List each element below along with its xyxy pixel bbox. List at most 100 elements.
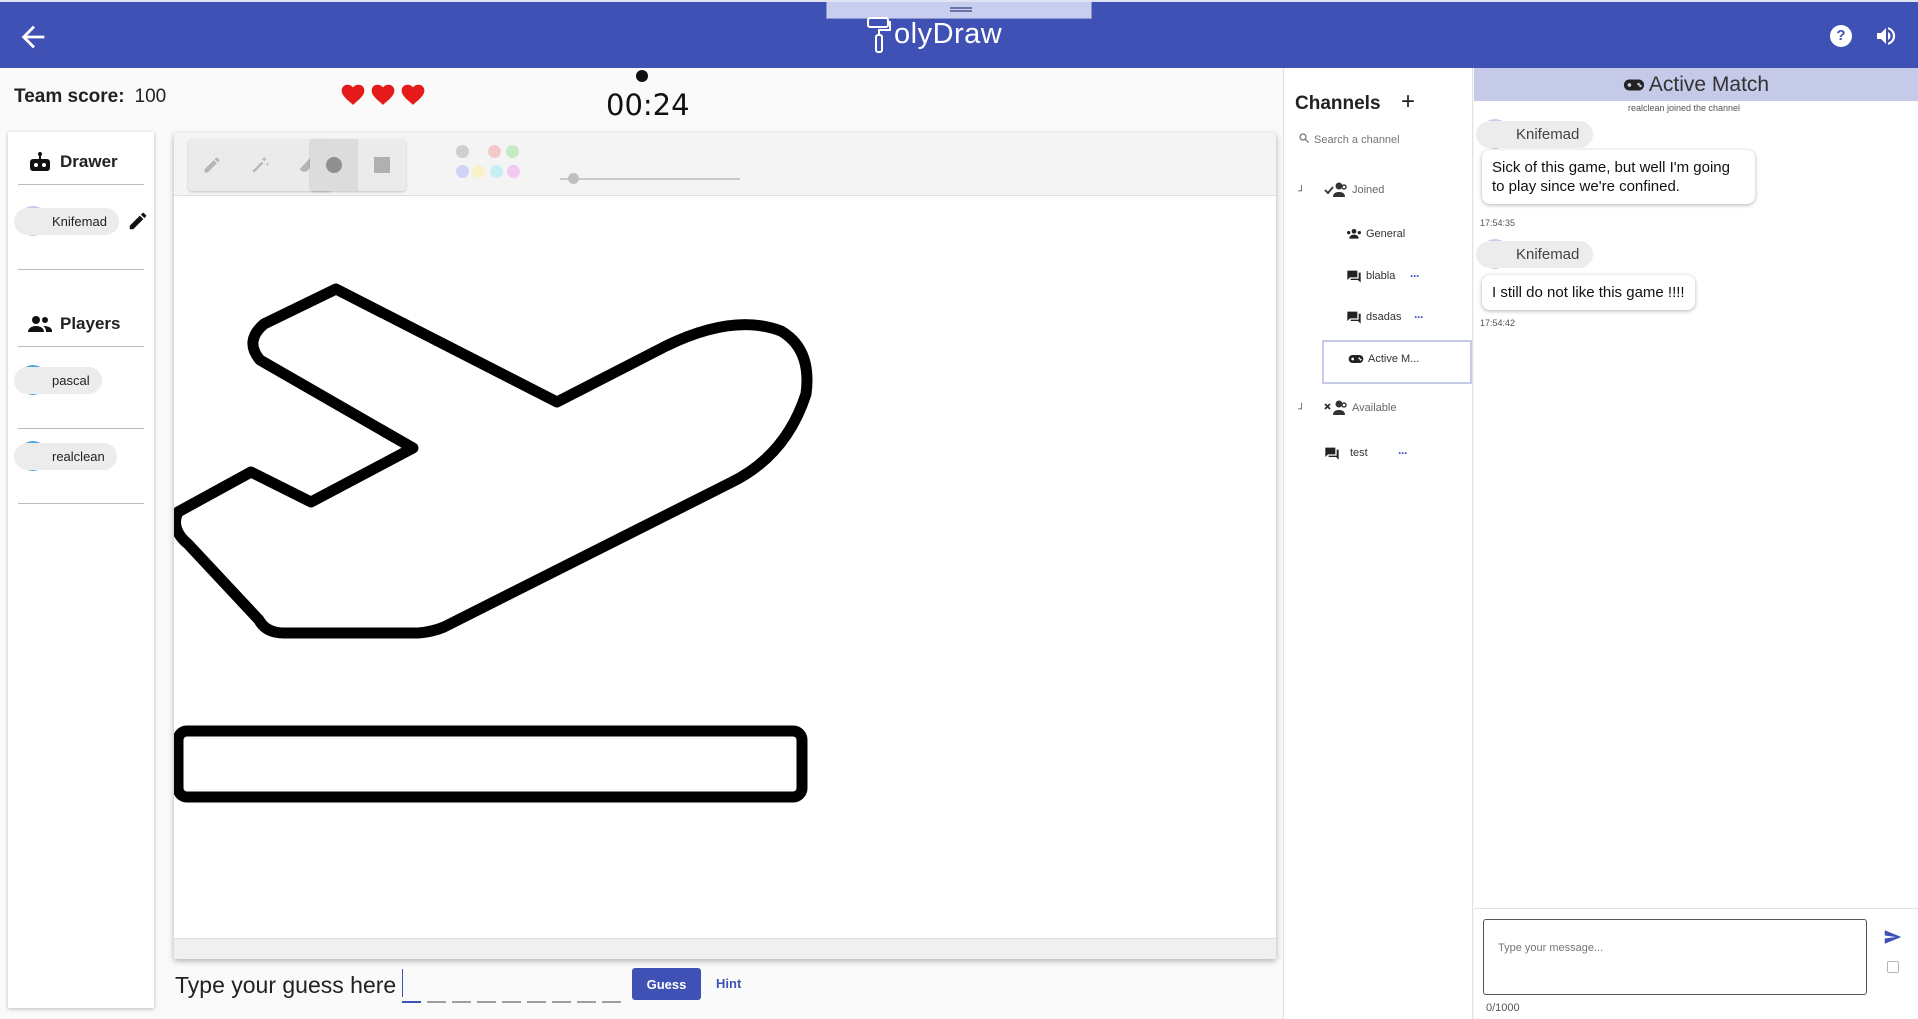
- players-title-label: Players: [60, 314, 121, 333]
- team-score-label: Team score:: [14, 86, 125, 107]
- letter-blank: [452, 1001, 471, 1003]
- channel-name: blabla: [1366, 270, 1396, 282]
- search-icon: [1299, 133, 1309, 143]
- circle-shape-button[interactable]: [310, 139, 358, 191]
- channel-options-button[interactable]: ···: [1398, 446, 1408, 460]
- app-header: olyDraw ?: [0, 0, 1918, 68]
- emoji-icon[interactable]: [1887, 961, 1899, 973]
- color-swatch[interactable]: [507, 165, 520, 178]
- color-palette: [456, 145, 520, 185]
- heart-icon: [401, 84, 425, 105]
- square-shape-button[interactable]: [358, 139, 406, 191]
- back-button[interactable]: [16, 20, 50, 54]
- channels-panel: Channels + ┘ Joined General blabla ··· d…: [1283, 68, 1473, 1019]
- joined-label: Joined: [1352, 184, 1385, 196]
- guess-input[interactable]: [400, 968, 630, 1000]
- color-swatch[interactable]: [456, 165, 469, 178]
- player-row[interactable]: pascal: [14, 365, 102, 395]
- timer: 00:24: [606, 88, 690, 122]
- color-swatch[interactable]: [490, 165, 503, 178]
- chat-icon: [1347, 311, 1361, 324]
- chat-message-input[interactable]: [1483, 919, 1867, 995]
- help-circle-icon: ?: [1836, 27, 1846, 44]
- system-message: realclean joined the channel: [1627, 103, 1741, 113]
- help-button[interactable]: ?: [1830, 25, 1852, 47]
- robot-icon: [30, 152, 50, 171]
- word-letter-blanks: [402, 1001, 621, 1003]
- channel-name: dsadas: [1366, 311, 1402, 323]
- arrow-left-icon: [21, 25, 45, 49]
- color-swatch[interactable]: [472, 165, 485, 178]
- hint-button[interactable]: Hint: [716, 976, 741, 991]
- divider: [18, 184, 144, 185]
- player-name: realclean: [14, 442, 117, 470]
- available-label: Available: [1352, 402, 1397, 414]
- message-time: 17:54:35: [1480, 218, 1516, 228]
- sound-button[interactable]: [1874, 24, 1898, 48]
- send-icon[interactable]: [1884, 929, 1902, 945]
- chat-icon: [1325, 447, 1339, 460]
- runway-sketch: [174, 725, 808, 803]
- player-name: pascal: [14, 366, 102, 394]
- expand-caret-icon[interactable]: ┘: [1298, 404, 1305, 415]
- color-swatch[interactable]: [506, 145, 519, 158]
- stroke-width-slider[interactable]: [560, 178, 740, 180]
- channel-item-test[interactable]: test: [1324, 446, 1368, 460]
- group-check-icon: [1324, 182, 1347, 197]
- app-logo: olyDraw: [866, 12, 1002, 56]
- char-counter: 0/1000: [1486, 1002, 1520, 1014]
- author-name: Knifemad: [1476, 120, 1594, 148]
- channel-name: General: [1366, 228, 1406, 240]
- letter-blank: [427, 1001, 446, 1003]
- airplane-sketch: [174, 283, 813, 639]
- channel-item-blabla[interactable]: blabla: [1346, 269, 1395, 283]
- channel-name: Active M...: [1368, 353, 1420, 365]
- pencil-icon: [204, 157, 220, 173]
- circle-icon: [326, 157, 342, 173]
- players-title: Players: [28, 314, 121, 334]
- channel-options-button[interactable]: ···: [1414, 310, 1424, 324]
- color-swatch[interactable]: [488, 145, 501, 158]
- letter-blank: [527, 1001, 546, 1003]
- pencil-icon: [129, 212, 147, 230]
- drawer-row[interactable]: Knifemad: [14, 206, 149, 236]
- drawer-name: Knifemad: [14, 207, 119, 235]
- guess-button[interactable]: Guess: [632, 968, 701, 1000]
- people-icon: [28, 316, 52, 332]
- letter-blank: [577, 1001, 596, 1003]
- chat-scrollbar[interactable]: [1904, 101, 1918, 941]
- gamepad-icon: [1623, 79, 1644, 90]
- drawing-board: [174, 133, 1276, 959]
- channel-item-general[interactable]: General: [1346, 228, 1405, 240]
- magic-pen-tool-button[interactable]: [236, 139, 284, 191]
- available-group[interactable]: Available: [1324, 400, 1396, 416]
- joined-group[interactable]: Joined: [1324, 182, 1384, 198]
- player-row[interactable]: realclean: [14, 441, 117, 471]
- letter-blank: [552, 1001, 571, 1003]
- letter-blank: [502, 1001, 521, 1003]
- color-swatch[interactable]: [456, 145, 469, 158]
- expand-caret-icon[interactable]: ┘: [1298, 186, 1305, 197]
- stroke-width-slider-thumb[interactable]: [568, 173, 579, 184]
- channel-item-active-match[interactable]: Active M...: [1348, 353, 1419, 365]
- message-time: 17:54:42: [1480, 318, 1516, 328]
- chat-header: Active Match: [1474, 68, 1918, 101]
- drawing-canvas[interactable]: [174, 196, 1276, 938]
- canvas-scrollbar[interactable]: [174, 938, 1276, 959]
- letter-blank: [477, 1001, 496, 1003]
- magic-pen-icon: [252, 156, 270, 173]
- letter-blank: [602, 1001, 621, 1003]
- drawer-title: Drawer: [28, 152, 118, 172]
- square-icon: [374, 157, 390, 173]
- author-name: Knifemad: [1476, 240, 1594, 268]
- add-channel-button[interactable]: +: [1401, 88, 1415, 116]
- pencil-tool-button[interactable]: [188, 139, 236, 191]
- message-bubble: I still do not like this game !!!!: [1482, 275, 1695, 310]
- channel-options-button[interactable]: ···: [1410, 269, 1420, 283]
- channel-search-input[interactable]: [1314, 128, 1464, 152]
- divider: [18, 503, 144, 504]
- letter-blank: [402, 1001, 421, 1003]
- heart-icon: [341, 84, 365, 105]
- text-cursor: [402, 969, 403, 997]
- channel-item-dsadas[interactable]: dsadas: [1346, 310, 1401, 324]
